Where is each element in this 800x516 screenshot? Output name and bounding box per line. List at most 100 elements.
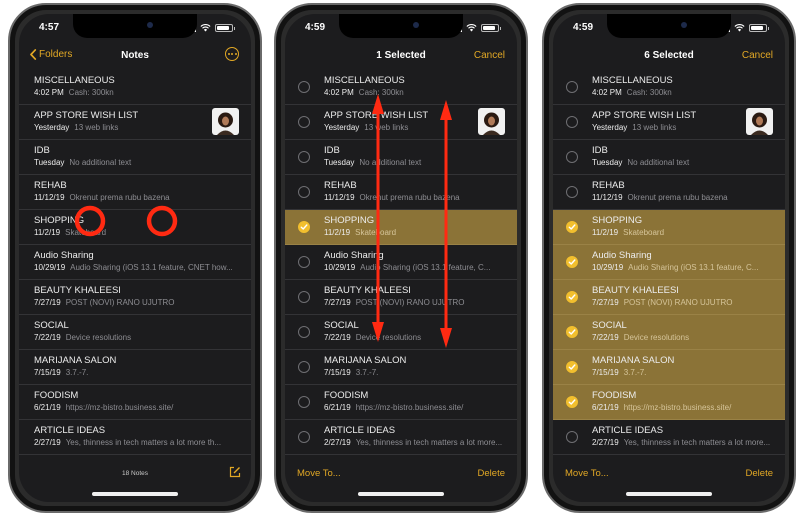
- note-title: ARTICLE IDEAS: [34, 425, 106, 436]
- note-row[interactable]: IDB Tuesday No additional text: [553, 140, 785, 175]
- note-row[interactable]: ARTICLE IDEAS 2/27/19 Yes, thinness in tec…: [19, 420, 251, 455]
- selection-circle[interactable]: [298, 116, 310, 128]
- check-icon[interactable]: [298, 221, 310, 233]
- note-row[interactable]: SHOPPING 11/2/19 Skateboard: [285, 210, 517, 245]
- note-row[interactable]: FOODISM 6/21/19 https://mz-bistro.business…: [19, 385, 251, 420]
- note-row[interactable]: APP STORE WISH LIST Yesterday 13 web links: [553, 105, 785, 140]
- note-row[interactable]: BEAUTY KHALEESI 7/27/19 POST (NOVI) RANO U…: [553, 280, 785, 315]
- screen: 4:59 1 Selected Cancel MISCELLANEOUS 4:02…: [285, 14, 517, 502]
- selection-circle[interactable]: [566, 116, 578, 128]
- note-title: BEAUTY KHALEESI: [324, 285, 411, 296]
- note-snippet: POST (NOVI) RANO UJUTRO: [65, 298, 175, 307]
- selection-circle[interactable]: [298, 291, 310, 303]
- note-date: 11/12/19: [34, 193, 65, 202]
- note-date: 2/27/19: [324, 438, 351, 447]
- compose-icon[interactable]: [229, 466, 241, 478]
- note-row[interactable]: MISCELLANEOUS 4:02 PM Cash: 300kn: [285, 70, 517, 105]
- note-row[interactable]: Audio Sharing 10/29/19 Audio Sharing (iOS …: [19, 245, 251, 280]
- note-row[interactable]: Audio Sharing 10/29/19 Audio Sharing (iOS …: [553, 245, 785, 280]
- navbar: 6 Selected Cancel: [553, 47, 785, 67]
- note-date: 6/21/19: [592, 403, 619, 412]
- note-row[interactable]: IDB Tuesday No additional text: [19, 140, 251, 175]
- note-row[interactable]: IDB Tuesday No additional text: [285, 140, 517, 175]
- navbar: 1 Selected Cancel: [285, 47, 517, 67]
- note-snippet: No additional text: [627, 158, 690, 167]
- cancel-button[interactable]: Cancel: [474, 50, 505, 61]
- note-date: 7/27/19: [34, 298, 61, 307]
- note-row[interactable]: REHAB 11/12/19 Okrenut prema rubu bazena: [285, 175, 517, 210]
- note-row[interactable]: REHAB 11/12/19 Okrenut prema rubu bazena: [553, 175, 785, 210]
- move-to-button[interactable]: Move To...: [565, 468, 609, 479]
- note-row[interactable]: MARIJANA SALON 7/15/19 3.7.-7.: [553, 350, 785, 385]
- note-title: IDB: [34, 145, 50, 156]
- note-row[interactable]: BEAUTY KHALEESI 7/27/19 POST (NOVI) RANO U…: [19, 280, 251, 315]
- note-row[interactable]: SOCIAL 7/22/19 Device resolutions: [19, 315, 251, 350]
- note-row[interactable]: SOCIAL 7/22/19 Device resolutions: [553, 315, 785, 350]
- note-snippet: Yes, thinness in tech matters a lot more…: [355, 438, 503, 447]
- note-row[interactable]: MARIJANA SALON 7/15/19 3.7.-7.: [285, 350, 517, 385]
- selection-circle[interactable]: [298, 151, 310, 163]
- note-snippet: POST (NOVI) RANO UJUTRO: [355, 298, 465, 307]
- check-icon[interactable]: [566, 396, 578, 408]
- note-snippet: 3.7.-7.: [65, 368, 89, 377]
- note-date: 10/29/19: [324, 263, 356, 272]
- note-snippet: Audio Sharing (iOS 13.1 feature, C...: [360, 263, 491, 272]
- note-title: MISCELLANEOUS: [324, 75, 405, 86]
- note-row[interactable]: FOODISM 6/21/19 https://mz-bistro.business…: [553, 385, 785, 420]
- note-date: Tuesday: [324, 158, 355, 167]
- note-row[interactable]: MARIJANA SALON 7/15/19 3.7.-7.: [19, 350, 251, 385]
- move-to-button[interactable]: Move To...: [297, 468, 341, 479]
- selection-circle[interactable]: [298, 186, 310, 198]
- selection-circle[interactable]: [298, 361, 310, 373]
- note-row[interactable]: ARTICLE IDEAS 2/27/19 Yes, thinness in tec…: [285, 420, 517, 455]
- selection-circle[interactable]: [566, 431, 578, 443]
- selection-circle[interactable]: [566, 186, 578, 198]
- note-date: Yesterday: [324, 123, 360, 132]
- bottom-toolbar: 18 Notes: [19, 466, 251, 486]
- note-title: ARTICLE IDEAS: [324, 425, 396, 436]
- check-icon[interactable]: [566, 221, 578, 233]
- check-icon[interactable]: [566, 361, 578, 373]
- check-icon[interactable]: [566, 326, 578, 338]
- note-row[interactable]: REHAB 11/12/19 Okrenut prema rubu bazena: [19, 175, 251, 210]
- status-time: 4:59: [573, 22, 594, 33]
- selection-circle[interactable]: [298, 431, 310, 443]
- status-time: 4:59: [305, 22, 326, 33]
- note-date: 10/29/19: [34, 263, 66, 272]
- home-indicator: [358, 492, 444, 496]
- delete-button[interactable]: Delete: [478, 468, 505, 479]
- note-row[interactable]: MISCELLANEOUS 4:02 PM Cash: 300kn: [553, 70, 785, 105]
- note-date: 11/2/19: [34, 228, 61, 237]
- selection-circle[interactable]: [298, 81, 310, 93]
- note-row[interactable]: BEAUTY KHALEESI 7/27/19 POST (NOVI) RANO U…: [285, 280, 517, 315]
- note-row[interactable]: APP STORE WISH LIST Yesterday 13 web links: [285, 105, 517, 140]
- note-row[interactable]: APP STORE WISH LIST Yesterday 13 web links: [19, 105, 251, 140]
- selection-circle[interactable]: [566, 151, 578, 163]
- note-row[interactable]: SOCIAL 7/22/19 Device resolutions: [285, 315, 517, 350]
- note-row[interactable]: Audio Sharing 10/29/19 Audio Sharing (iOS …: [285, 245, 517, 280]
- cancel-button[interactable]: Cancel: [742, 50, 773, 61]
- note-snippet: Audio Sharing (iOS 13.1 feature, C...: [628, 263, 759, 272]
- note-snippet: Okrenut prema rubu bazena: [359, 193, 460, 202]
- note-title: SOCIAL: [592, 320, 627, 331]
- selection-circle[interactable]: [566, 81, 578, 93]
- note-row[interactable]: FOODISM 6/21/19 https://mz-bistro.business…: [285, 385, 517, 420]
- note-snippet: Skateboard: [65, 228, 107, 237]
- note-row[interactable]: ARTICLE IDEAS 2/27/19 Yes, thinness in tec…: [553, 420, 785, 455]
- note-title: APP STORE WISH LIST: [34, 110, 139, 121]
- note-snippet: Skateboard: [623, 228, 665, 237]
- selection-circle[interactable]: [298, 396, 310, 408]
- note-row[interactable]: SHOPPING 11/2/19 Skateboard: [19, 210, 251, 245]
- note-row[interactable]: SHOPPING 11/2/19 Skateboard: [553, 210, 785, 245]
- check-icon[interactable]: [566, 291, 578, 303]
- note-row[interactable]: MISCELLANEOUS 4:02 PM Cash: 300kn: [19, 70, 251, 105]
- selection-circle[interactable]: [298, 326, 310, 338]
- delete-button[interactable]: Delete: [746, 468, 773, 479]
- more-icon[interactable]: [225, 47, 239, 61]
- notch: [73, 14, 197, 38]
- note-snippet: 13 web links: [74, 123, 119, 132]
- selection-circle[interactable]: [298, 256, 310, 268]
- wifi-icon: [734, 24, 745, 32]
- note-title: BEAUTY KHALEESI: [34, 285, 121, 296]
- check-icon[interactable]: [566, 256, 578, 268]
